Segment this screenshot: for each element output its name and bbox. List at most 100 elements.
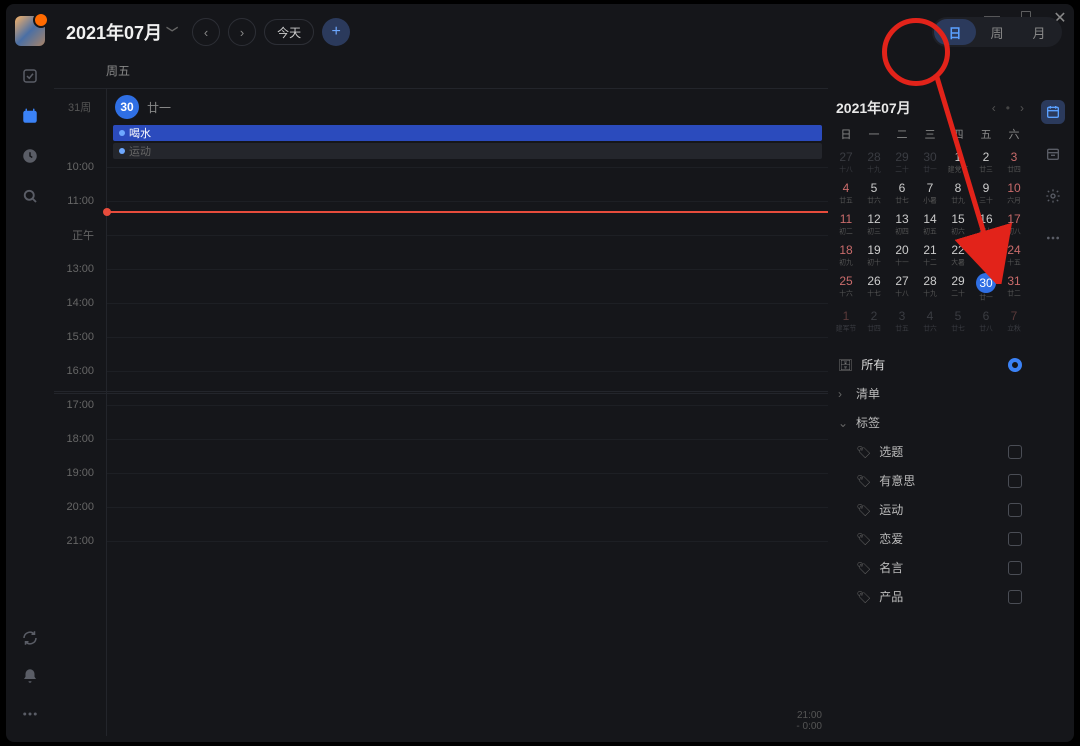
mini-cal-day[interactable]: 27十八 bbox=[832, 146, 860, 177]
mini-cal-day[interactable]: 6廿七 bbox=[888, 177, 916, 208]
mini-prev[interactable]: ‹ bbox=[992, 101, 996, 115]
mini-cal-day[interactable]: 28十九 bbox=[916, 270, 944, 305]
filter-tag-item[interactable]: 🏷名言 bbox=[832, 553, 1028, 582]
mini-cal-day[interactable]: 4廿五 bbox=[832, 177, 860, 208]
tasks-icon[interactable] bbox=[20, 66, 40, 86]
mini-cal-day[interactable]: 29二十 bbox=[888, 146, 916, 177]
view-week[interactable]: 周 bbox=[976, 19, 1018, 45]
hour-row[interactable] bbox=[107, 201, 828, 235]
hour-row[interactable] bbox=[107, 303, 828, 337]
mini-cal-day[interactable]: 5廿七 bbox=[944, 305, 972, 336]
mini-cal-day[interactable]: 3廿四 bbox=[1000, 146, 1028, 177]
view-switch: 日 周 月 bbox=[932, 17, 1062, 47]
hour-row[interactable] bbox=[107, 337, 828, 371]
mini-cal-day[interactable]: 3廿五 bbox=[888, 305, 916, 336]
hour-label: 20:00 bbox=[54, 501, 94, 513]
notification-icon[interactable] bbox=[20, 666, 40, 686]
checkbox-icon[interactable] bbox=[1008, 503, 1022, 517]
hour-row[interactable] bbox=[107, 473, 828, 507]
mini-cal-day[interactable]: 5廿六 bbox=[860, 177, 888, 208]
mini-cal-day[interactable]: 20十一 bbox=[888, 239, 916, 270]
more-vertical-icon[interactable] bbox=[1041, 226, 1065, 250]
allday-event[interactable]: 喝水 bbox=[113, 125, 822, 141]
view-month[interactable]: 月 bbox=[1018, 19, 1060, 45]
mini-cal-day[interactable]: 7立秋 bbox=[1000, 305, 1028, 336]
hour-row[interactable] bbox=[107, 269, 828, 303]
mini-cal-day[interactable]: 6廿八 bbox=[972, 305, 1000, 336]
mini-cal-day[interactable]: 27十八 bbox=[888, 270, 916, 305]
hour-row[interactable] bbox=[107, 167, 828, 201]
mini-cal-day[interactable]: 29二十 bbox=[944, 270, 972, 305]
mini-cal-day[interactable]: 14初五 bbox=[916, 208, 944, 239]
mini-cal-day[interactable]: 19初十 bbox=[860, 239, 888, 270]
mini-cal-day[interactable]: 8廿九 bbox=[944, 177, 972, 208]
checkbox-icon[interactable] bbox=[1008, 445, 1022, 459]
mini-cal-day[interactable]: 9三十 bbox=[972, 177, 1000, 208]
avatar[interactable] bbox=[15, 16, 45, 46]
allday-event[interactable]: 运动 bbox=[113, 143, 822, 159]
hour-row[interactable] bbox=[107, 541, 828, 575]
mini-cal-day[interactable]: 22大暑 bbox=[944, 239, 972, 270]
month-title[interactable]: 2021年07月 ﹀ bbox=[66, 19, 178, 45]
mini-cal-day[interactable]: 4廿六 bbox=[916, 305, 944, 336]
hour-row[interactable] bbox=[107, 371, 828, 405]
view-day[interactable]: 日 bbox=[934, 19, 976, 45]
mini-next[interactable]: › bbox=[1020, 101, 1024, 115]
mini-cal-day[interactable]: 1建党节 bbox=[944, 146, 972, 177]
filter-lists[interactable]: › 清单 bbox=[832, 379, 1028, 408]
mini-cal-day[interactable]: 30廿一 bbox=[916, 146, 944, 177]
filter-tag-item[interactable]: 🏷运动 bbox=[832, 495, 1028, 524]
mini-cal-title[interactable]: 2021年07月 bbox=[836, 98, 911, 118]
mini-cal-day[interactable]: 10六月 bbox=[1000, 177, 1028, 208]
next-button[interactable]: › bbox=[228, 18, 256, 46]
filter-tag-item[interactable]: 🏷产品 bbox=[832, 582, 1028, 611]
checkbox-icon[interactable] bbox=[1008, 532, 1022, 546]
mini-cal-day[interactable]: 17初八 bbox=[1000, 208, 1028, 239]
filter-tags-group[interactable]: ⌄ 标签 bbox=[832, 408, 1028, 437]
mini-cal-day[interactable]: 15初六 bbox=[944, 208, 972, 239]
mini-cal-day[interactable]: 2廿三 bbox=[972, 146, 1000, 177]
mini-cal-day[interactable]: 25十六 bbox=[832, 270, 860, 305]
schedule-icon[interactable] bbox=[1041, 142, 1065, 166]
checkbox-icon[interactable] bbox=[1008, 590, 1022, 604]
mini-cal-day[interactable]: 7小暑 bbox=[916, 177, 944, 208]
mini-cal-day[interactable]: 26十七 bbox=[860, 270, 888, 305]
mini-cal-day[interactable]: 24十五 bbox=[1000, 239, 1028, 270]
filter-tag-item[interactable]: 🏷有意思 bbox=[832, 466, 1028, 495]
mini-cal-day[interactable]: 12初三 bbox=[860, 208, 888, 239]
filter-tag-item[interactable]: 🏷恋爱 bbox=[832, 524, 1028, 553]
mini-cal-day[interactable]: 30廿一 bbox=[972, 270, 1000, 305]
mini-cal-day[interactable]: 2廿四 bbox=[860, 305, 888, 336]
clock-icon[interactable] bbox=[20, 146, 40, 166]
hour-row[interactable] bbox=[107, 405, 828, 439]
add-button[interactable]: + bbox=[322, 18, 350, 46]
checkbox-icon[interactable] bbox=[1008, 561, 1022, 575]
checkbox-icon[interactable] bbox=[1008, 474, 1022, 488]
mini-cal-day[interactable]: 13初四 bbox=[888, 208, 916, 239]
mini-cal-day[interactable]: 23十四 bbox=[972, 239, 1000, 270]
day-lunar: 廿一 bbox=[147, 99, 171, 116]
hour-row[interactable] bbox=[107, 235, 828, 269]
mini-cal-day[interactable]: 18初九 bbox=[832, 239, 860, 270]
tag-icon: 🏷 bbox=[856, 532, 871, 546]
prev-button[interactable]: ‹ bbox=[192, 18, 220, 46]
mini-dot[interactable]: • bbox=[1006, 101, 1010, 115]
calendar-icon[interactable] bbox=[20, 106, 40, 126]
hour-row[interactable] bbox=[107, 507, 828, 541]
sync-icon[interactable] bbox=[20, 628, 40, 648]
more-icon[interactable] bbox=[20, 704, 40, 724]
today-button[interactable]: 今天 bbox=[264, 19, 314, 45]
mini-calendar-icon[interactable] bbox=[1041, 100, 1065, 124]
mini-cal-day[interactable]: 31廿二 bbox=[1000, 270, 1028, 305]
hour-row[interactable] bbox=[107, 439, 828, 473]
mini-cal-day[interactable]: 28十九 bbox=[860, 146, 888, 177]
mini-cal-day[interactable]: 16初七 bbox=[972, 208, 1000, 239]
settings-icon[interactable] bbox=[1041, 184, 1065, 208]
timeline[interactable]: 10:0011:00正午13:0014:0015:0016:0017:0018:… bbox=[54, 159, 828, 736]
search-icon[interactable] bbox=[20, 186, 40, 206]
mini-cal-day[interactable]: 11初二 bbox=[832, 208, 860, 239]
filter-tag-item[interactable]: 🏷选题 bbox=[832, 437, 1028, 466]
mini-cal-day[interactable]: 1建军节 bbox=[832, 305, 860, 336]
filter-all[interactable]: 🗄 所有 bbox=[832, 350, 1028, 379]
mini-cal-day[interactable]: 21十二 bbox=[916, 239, 944, 270]
